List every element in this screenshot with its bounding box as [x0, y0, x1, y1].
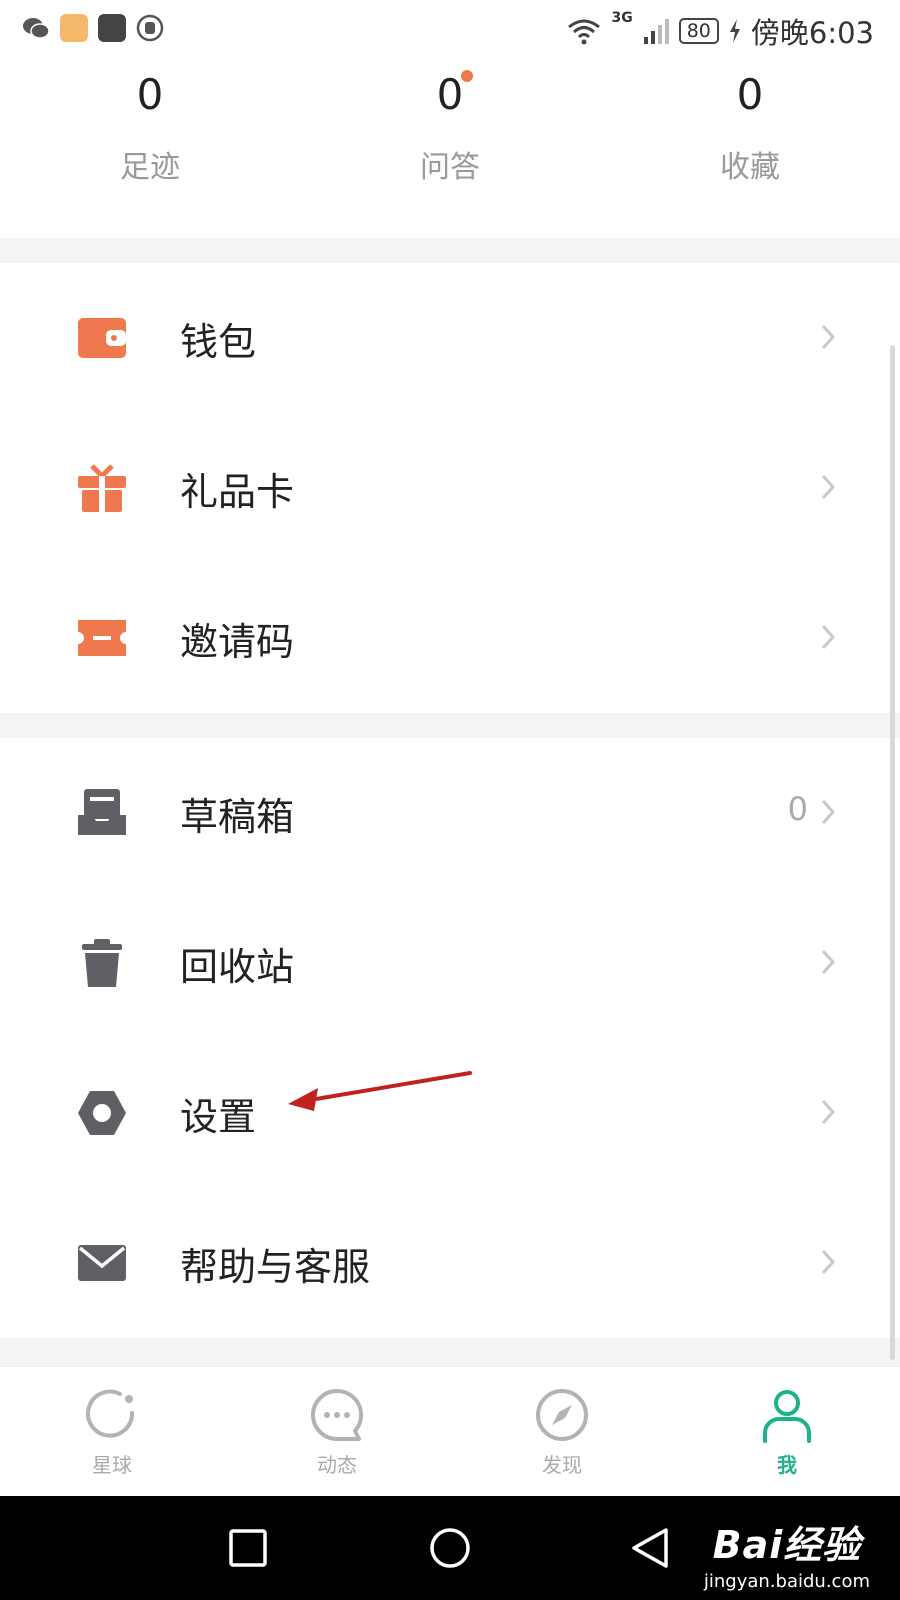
stat-value: 0	[136, 70, 164, 119]
stat-value: 0	[736, 70, 764, 119]
menu-item-label: 设置	[180, 1095, 257, 1139]
tab-label: 星球	[92, 1453, 132, 1477]
mail-icon	[76, 1237, 128, 1289]
trash-icon	[76, 937, 128, 989]
menu-item-label: 礼品卡	[180, 470, 295, 514]
menu-item-help[interactable]: 帮助与客服	[0, 1188, 900, 1338]
menu-item-invite-code[interactable]: 邀请码	[0, 563, 900, 713]
tab-label: 动态	[317, 1453, 357, 1477]
hand-icon	[136, 14, 164, 42]
tab-me[interactable]: 我	[727, 1385, 847, 1478]
menu-item-gift-card[interactable]: 礼品卡	[0, 413, 900, 563]
menu-item-drafts[interactable]: 草稿箱 0	[0, 738, 900, 888]
ticket-icon	[76, 612, 128, 664]
section-divider	[0, 238, 900, 263]
tab-discover[interactable]: 发现	[502, 1385, 622, 1478]
section-divider	[0, 713, 900, 738]
menu-item-label: 回收站	[180, 945, 295, 989]
chevron-right-icon	[821, 324, 836, 350]
menu-item-recycle-bin[interactable]: 回收站	[0, 888, 900, 1038]
watermark-url: jingyan.baidu.com	[703, 1571, 870, 1592]
gift-icon	[76, 462, 128, 514]
person-icon	[763, 1390, 811, 1443]
stat-label: 收藏	[720, 150, 780, 185]
tab-label: 发现	[542, 1453, 582, 1477]
wallet-icon	[76, 312, 128, 364]
chevron-right-icon	[821, 474, 836, 500]
app-notification-icon	[60, 14, 88, 42]
menu-item-wallet[interactable]: 钱包	[0, 263, 900, 413]
notification-icons	[22, 14, 164, 42]
signal-icon	[643, 19, 669, 44]
chevron-right-icon	[821, 1249, 836, 1275]
charging-icon	[729, 19, 740, 43]
stat-label: 足迹	[120, 150, 180, 185]
menu-item-settings[interactable]: 设置	[0, 1038, 900, 1188]
battery-level: 80	[678, 18, 719, 44]
menu-group-tools: 草稿箱 0 回收站 设置 帮助与客服	[0, 738, 900, 1338]
stat-label: 问答	[420, 150, 480, 185]
drafts-icon	[76, 787, 128, 839]
tab-label: 我	[777, 1453, 797, 1477]
home-button[interactable]	[428, 1526, 472, 1570]
scrollbar[interactable]	[890, 345, 895, 1360]
tab-activity[interactable]: 动态	[277, 1385, 397, 1478]
stat-qa[interactable]: 0 问答	[350, 70, 550, 186]
menu-item-label: 帮助与客服	[180, 1245, 371, 1289]
chevron-right-icon	[821, 949, 836, 975]
stats-row: 0 足迹 0 问答 0 收藏	[0, 62, 900, 238]
baidu-jingyan-watermark: Bai经验 jingyan.baidu.com	[704, 1514, 870, 1592]
clock: 傍晚6:03	[750, 16, 874, 50]
chat-icon	[311, 1388, 364, 1441]
stat-value: 0	[436, 70, 464, 119]
drafts-count: 0	[787, 790, 808, 828]
wechat-icon	[22, 14, 50, 42]
wifi-icon	[568, 19, 601, 45]
menu-item-label: 钱包	[180, 320, 257, 364]
unread-dot	[461, 70, 473, 82]
system-nav-bar: Bai经验 jingyan.baidu.com	[0, 1496, 900, 1600]
chevron-right-icon	[821, 624, 836, 650]
status-bar: 3G 80 傍晚6:03	[0, 0, 900, 62]
menu-item-label: 邀请码	[180, 620, 295, 664]
menu-item-label: 草稿箱	[180, 795, 295, 839]
network-type: 3G	[611, 10, 633, 26]
stat-footprints[interactable]: 0 足迹	[50, 74, 250, 186]
compass-icon	[536, 1389, 588, 1441]
recents-button[interactable]	[228, 1528, 268, 1568]
back-button[interactable]	[630, 1526, 670, 1570]
stat-favorites[interactable]: 0 收藏	[650, 74, 850, 186]
huawei-store-icon	[98, 14, 126, 42]
bottom-tab-bar: 星球 动态 发现 我	[0, 1366, 900, 1497]
settings-icon	[76, 1087, 128, 1139]
chevron-right-icon	[821, 1099, 836, 1125]
tab-planet[interactable]: 星球	[52, 1385, 172, 1478]
watermark-main: Bai经验	[712, 1523, 862, 1567]
status-indicators: 3G 80 傍晚6:03	[567, 10, 874, 52]
planet-icon	[86, 1389, 135, 1438]
section-divider	[0, 1338, 900, 1366]
menu-group-finance: 钱包 礼品卡 邀请码	[0, 263, 900, 713]
chevron-right-icon	[821, 799, 836, 825]
